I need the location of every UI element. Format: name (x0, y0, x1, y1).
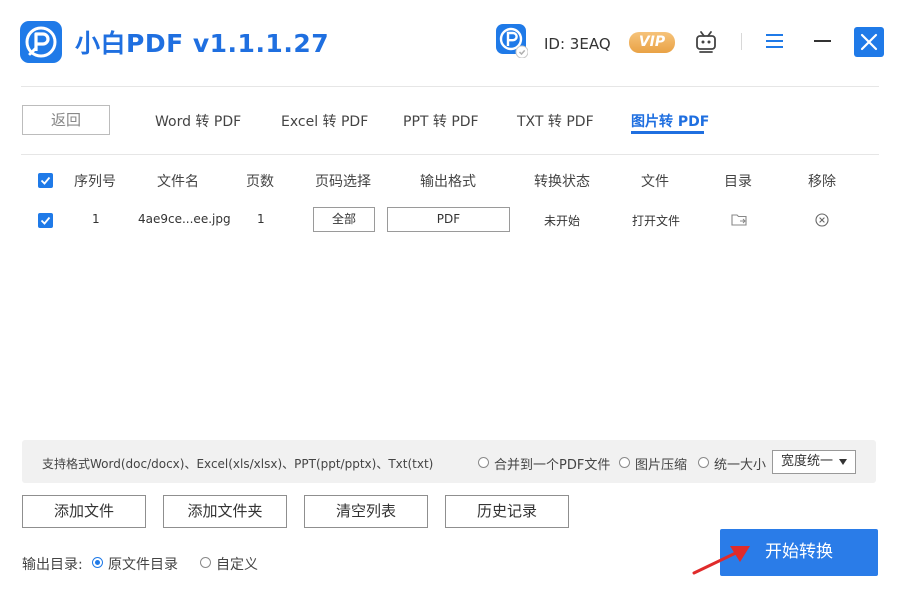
tab-txt-to-pdf[interactable]: TXT 转 PDF (517, 111, 594, 131)
original-dir-radio[interactable] (92, 557, 103, 568)
add-folder-button[interactable]: 添加文件夹 (163, 495, 287, 528)
header-directory: 目录 (724, 174, 752, 190)
header-page-select: 页码选择 (315, 174, 371, 190)
check-icon (40, 216, 51, 225)
size-mode-value: 宽度统一 (781, 454, 834, 469)
title-divider (21, 86, 879, 87)
user-avatar-icon[interactable] (496, 24, 528, 58)
robot-service-icon[interactable] (694, 30, 718, 54)
merge-label[interactable]: 合并到一个PDF文件 (494, 454, 610, 473)
compress-radio[interactable] (619, 457, 630, 468)
active-tab-indicator (631, 131, 704, 134)
app-title: 小白PDF v1.1.1.27 (75, 29, 330, 58)
row-status: 未开始 (544, 214, 581, 228)
title-bar: 小白PDF v1.1.1.27 ID: 3EAQ VIP (0, 0, 900, 86)
output-format-button[interactable]: PDF (387, 207, 510, 232)
custom-dir-radio[interactable] (200, 557, 211, 568)
check-icon (40, 176, 51, 185)
tab-image-to-pdf[interactable]: 图片转 PDF (631, 111, 709, 131)
header-output-format: 输出格式 (420, 174, 476, 190)
back-button[interactable]: 返回 (22, 105, 110, 135)
compress-label[interactable]: 图片压缩 (635, 454, 687, 473)
close-button[interactable] (854, 27, 884, 57)
minimize-icon[interactable] (814, 40, 831, 42)
header-pages: 页数 (246, 174, 274, 190)
user-id: ID: 3EAQ (544, 35, 611, 53)
menu-icon[interactable] (766, 33, 783, 49)
tab-excel-to-pdf[interactable]: Excel 转 PDF (281, 111, 368, 131)
custom-dir-label[interactable]: 自定义 (216, 554, 258, 574)
history-button[interactable]: 历史记录 (445, 495, 569, 528)
original-dir-label[interactable]: 原文件目录 (108, 554, 178, 574)
titlebar-separator (741, 33, 742, 50)
add-file-button[interactable]: 添加文件 (22, 495, 146, 528)
output-dir-label: 输出目录: (22, 557, 83, 573)
tab-ppt-to-pdf[interactable]: PPT 转 PDF (403, 111, 479, 131)
page-select-button[interactable]: 全部 (313, 207, 375, 232)
header-remove: 移除 (808, 174, 836, 190)
merge-radio[interactable] (478, 457, 489, 468)
size-mode-select[interactable]: 宽度统一 (772, 450, 856, 474)
header-filename: 文件名 (157, 174, 199, 190)
close-icon (860, 33, 878, 51)
select-all-checkbox[interactable] (38, 173, 53, 188)
app-logo-icon (20, 21, 62, 63)
tabs-divider (21, 154, 879, 155)
header-status: 转换状态 (534, 174, 590, 190)
header-index: 序列号 (74, 174, 116, 190)
vip-badge[interactable]: VIP (629, 32, 675, 53)
row-pages: 1 (257, 212, 265, 226)
open-file-link[interactable]: 打开文件 (632, 212, 680, 229)
row-index: 1 (92, 212, 100, 226)
clear-list-button[interactable]: 清空列表 (304, 495, 428, 528)
header-file: 文件 (641, 174, 669, 190)
unify-size-label[interactable]: 统一大小 (714, 454, 766, 473)
row-filename: 4ae9ce...ee.jpg (138, 212, 231, 226)
remove-icon[interactable] (815, 213, 829, 227)
annotation-arrow-icon (692, 546, 750, 575)
folder-icon[interactable] (731, 213, 748, 226)
row-checkbox[interactable] (38, 213, 53, 228)
unify-size-radio[interactable] (698, 457, 709, 468)
tab-word-to-pdf[interactable]: Word 转 PDF (155, 111, 241, 131)
chevron-down-icon (839, 459, 847, 465)
supported-formats-text: 支持格式Word(doc/docx)、Excel(xls/xlsx)、PPT(p… (42, 457, 434, 471)
